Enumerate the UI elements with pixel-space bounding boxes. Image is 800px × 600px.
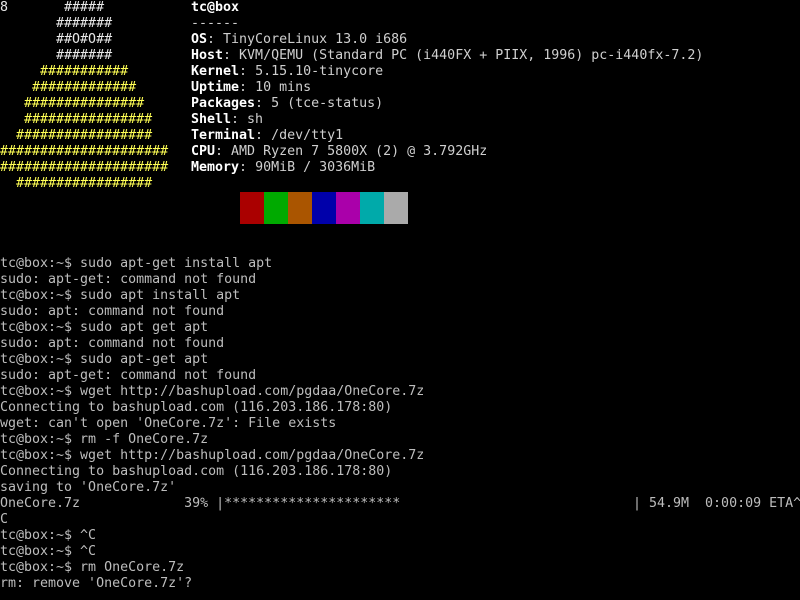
color-swatch xyxy=(264,192,288,224)
sysinfo-value: AMD Ryzen 7 5800X (2) @ 3.792GHz xyxy=(231,144,488,159)
sysinfo-row: Terminal: /dev/tty1 xyxy=(191,128,344,143)
sysinfo-value: 10 mins xyxy=(255,80,312,95)
ascii-logo-line: ################ xyxy=(0,112,153,127)
sysinfo-row: OS: TinyCoreLinux 13.0 i686 xyxy=(191,32,408,47)
sysinfo-value: TinyCoreLinux 13.0 i686 xyxy=(223,32,408,47)
sysinfo-row: Kernel: 5.15.10-tinycore xyxy=(191,64,384,79)
terminal-line: tc@box:~$ rm OneCore.7z xyxy=(0,560,185,575)
ascii-logo-line: ##################### xyxy=(0,160,169,175)
sysinfo-key: Shell xyxy=(191,112,232,127)
terminal-line: sudo: apt: command not found xyxy=(0,304,225,319)
sysinfo-row: Host: KVM/QEMU (Standard PC (i440FX + PI… xyxy=(191,48,704,63)
ascii-logo-line: ################# xyxy=(0,128,153,143)
sysinfo-value: 5.15.10-tinycore xyxy=(255,64,384,79)
sysinfo-value: 90MiB / 3036MiB xyxy=(255,160,376,175)
ascii-logo-line: ########### xyxy=(0,64,129,79)
sysinfo-key: Host xyxy=(191,48,224,63)
sysinfo-key: OS xyxy=(191,32,208,47)
sysinfo-key: Memory xyxy=(191,160,240,175)
sysinfo-key: Uptime xyxy=(191,80,240,95)
sysinfo-key: Kernel xyxy=(191,64,240,79)
hostname-title: tc@box xyxy=(191,0,240,15)
terminal-line: tc@box:~$ ^C xyxy=(0,544,97,559)
terminal-line: tc@box:~$ sudo apt install apt xyxy=(0,288,241,303)
ascii-logo-line: 8 ##### xyxy=(0,0,105,15)
separator: ------ xyxy=(191,16,240,31)
terminal-line: tc@box:~$ sudo apt-get apt xyxy=(0,352,209,367)
ascii-logo-line: ################# xyxy=(0,176,153,191)
ascii-logo-line: ##################### xyxy=(0,144,169,159)
terminal-line: tc@box:~$ sudo apt get apt xyxy=(0,320,209,335)
terminal-line: tc@box:~$ rm -f OneCore.7z xyxy=(0,432,209,447)
ascii-logo-line: ####### xyxy=(0,48,113,63)
sysinfo-key: Terminal xyxy=(191,128,256,143)
color-swatch xyxy=(312,192,336,224)
sysinfo-key: Packages xyxy=(191,96,256,111)
system-info: tc@box ------ OS: TinyCoreLinux 13.0 i68… xyxy=(191,0,703,175)
terminal-line: sudo: apt-get: command not found xyxy=(0,272,257,287)
sysinfo-row: Uptime: 10 mins xyxy=(191,80,312,95)
terminal-line: tc@box:~$ wget http://bashupload.com/pgd… xyxy=(0,448,425,463)
color-swatch xyxy=(360,192,384,224)
terminal-line: tc@box:~$ ^C xyxy=(0,528,97,543)
ascii-logo-line: ############# xyxy=(0,80,137,95)
color-palette xyxy=(216,192,408,224)
terminal-line: rm: remove 'OneCore.7z'? xyxy=(0,576,193,591)
terminal-line: saving to 'OneCore.7z' xyxy=(0,480,177,495)
terminal-line: wget: can't open 'OneCore.7z': File exis… xyxy=(0,416,337,431)
ascii-logo-line: ####### xyxy=(0,16,113,31)
color-swatch xyxy=(216,192,240,224)
ascii-logo-line: ##O#O## xyxy=(0,32,113,47)
terminal-line: tc@box:~$ sudo apt-get install apt xyxy=(0,256,273,271)
terminal-line: C xyxy=(0,512,9,527)
terminal-line: sudo: apt-get: command not found xyxy=(0,368,257,383)
terminal-line: Connecting to bashupload.com (116.203.18… xyxy=(0,464,393,479)
download-progress-status: | 54.9M 0:00:09 ETA^ xyxy=(633,496,800,511)
sysinfo-key: CPU xyxy=(191,144,216,159)
terminal-line: Connecting to bashupload.com (116.203.18… xyxy=(0,400,393,415)
color-swatch xyxy=(336,192,360,224)
sysinfo-value: /dev/tty1 xyxy=(271,128,344,143)
sysinfo-row: CPU: AMD Ryzen 7 5800X (2) @ 3.792GHz xyxy=(191,144,488,159)
sysinfo-value: sh xyxy=(247,112,264,127)
color-swatch xyxy=(384,192,408,224)
color-swatch xyxy=(288,192,312,224)
ascii-logo-line: ############### xyxy=(0,96,145,111)
terminal-line: tc@box:~$ wget http://bashupload.com/pgd… xyxy=(0,384,425,399)
terminal-line: sudo: apt: command not found xyxy=(0,336,225,351)
color-swatch xyxy=(240,192,264,224)
sysinfo-row: Memory: 90MiB / 3036MiB xyxy=(191,160,376,175)
sysinfo-row: Shell: sh xyxy=(191,112,264,127)
sysinfo-value: KVM/QEMU (Standard PC (i440FX + PIIX, 19… xyxy=(239,48,704,63)
sysinfo-row: Packages: 5 (tce-status) xyxy=(191,96,384,111)
download-progress-line: OneCore.7z 39% |********************** xyxy=(0,496,401,511)
sysinfo-value: 5 (tce-status) xyxy=(271,96,384,111)
